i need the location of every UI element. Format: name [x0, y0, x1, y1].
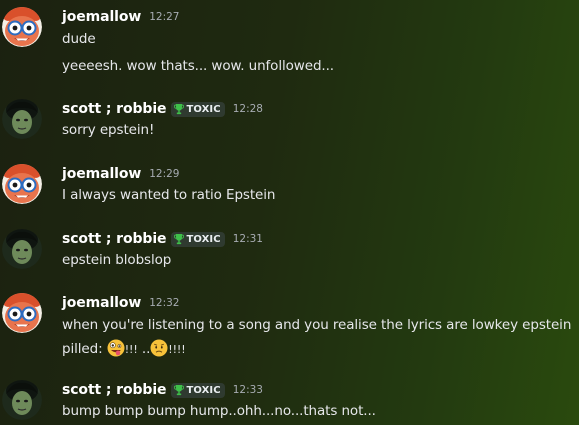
- message-header: joemallow 12:27: [62, 7, 179, 27]
- server-tag-badge[interactable]: TOXIC: [171, 231, 225, 247]
- timestamp[interactable]: 12:33: [233, 384, 263, 396]
- server-tag-badge[interactable]: TOXIC: [171, 101, 225, 117]
- worried-face-emoji[interactable]: [150, 339, 168, 357]
- message-header: scott ; robbie TOXIC 12:31: [62, 229, 263, 249]
- dark-face-avatar[interactable]: [2, 229, 42, 269]
- author-name[interactable]: scott ; robbie: [62, 231, 167, 247]
- message-text: yeeeesh. wow thats... wow. unfollowed...: [62, 58, 334, 74]
- cartoon-bear-avatar[interactable]: [2, 293, 42, 333]
- trophy-icon: [174, 384, 184, 396]
- message-header: scott ; robbie TOXIC 12:28: [62, 99, 263, 119]
- dark-face-avatar[interactable]: [2, 99, 42, 139]
- server-tag-label: TOXIC: [186, 233, 221, 245]
- timestamp[interactable]: 12:32: [149, 297, 179, 309]
- server-tag-badge[interactable]: TOXIC: [171, 382, 225, 398]
- timestamp[interactable]: 12:31: [233, 233, 263, 245]
- trophy-icon: [174, 233, 184, 245]
- message-text-continued: pilled: !!! .. !!!!: [62, 339, 186, 357]
- message-text-fragment: !!!: [124, 343, 138, 356]
- message-text: I always wanted to ratio Epstein: [62, 187, 276, 203]
- author-name[interactable]: joemallow: [62, 9, 141, 25]
- message-header: joemallow 12:29: [62, 164, 179, 184]
- cartoon-bear-avatar[interactable]: [2, 164, 42, 204]
- timestamp[interactable]: 12:28: [233, 103, 263, 115]
- message-text: when you're listening to a song and you …: [62, 317, 572, 333]
- server-tag-label: TOXIC: [186, 384, 221, 396]
- author-name[interactable]: joemallow: [62, 295, 141, 311]
- message-text-fragment: !!!!: [168, 343, 186, 356]
- message-text-fragment: ..: [137, 341, 151, 357]
- trophy-icon: [174, 103, 184, 115]
- timestamp[interactable]: 12:27: [149, 11, 179, 23]
- message-text: sorry epstein!: [62, 122, 155, 138]
- server-tag-label: TOXIC: [186, 103, 221, 115]
- author-name[interactable]: scott ; robbie: [62, 101, 167, 117]
- author-name[interactable]: joemallow: [62, 166, 141, 182]
- message-text-fragment: pilled:: [62, 341, 107, 357]
- chat-message-list: joemallow 12:27 dude yeeeesh. wow thats.…: [0, 0, 579, 425]
- message-text: dude: [62, 31, 96, 47]
- message-text: epstein blobslop: [62, 252, 172, 268]
- timestamp[interactable]: 12:29: [149, 168, 179, 180]
- dark-face-avatar[interactable]: [2, 380, 42, 420]
- message-header: scott ; robbie TOXIC 12:33: [62, 380, 263, 400]
- message-text: bump bump bump hump..ohh...no...thats no…: [62, 403, 376, 419]
- author-name[interactable]: scott ; robbie: [62, 382, 167, 398]
- cartoon-bear-avatar[interactable]: [2, 7, 42, 47]
- message-header: joemallow 12:32: [62, 293, 179, 313]
- zany-face-emoji[interactable]: [107, 339, 125, 357]
